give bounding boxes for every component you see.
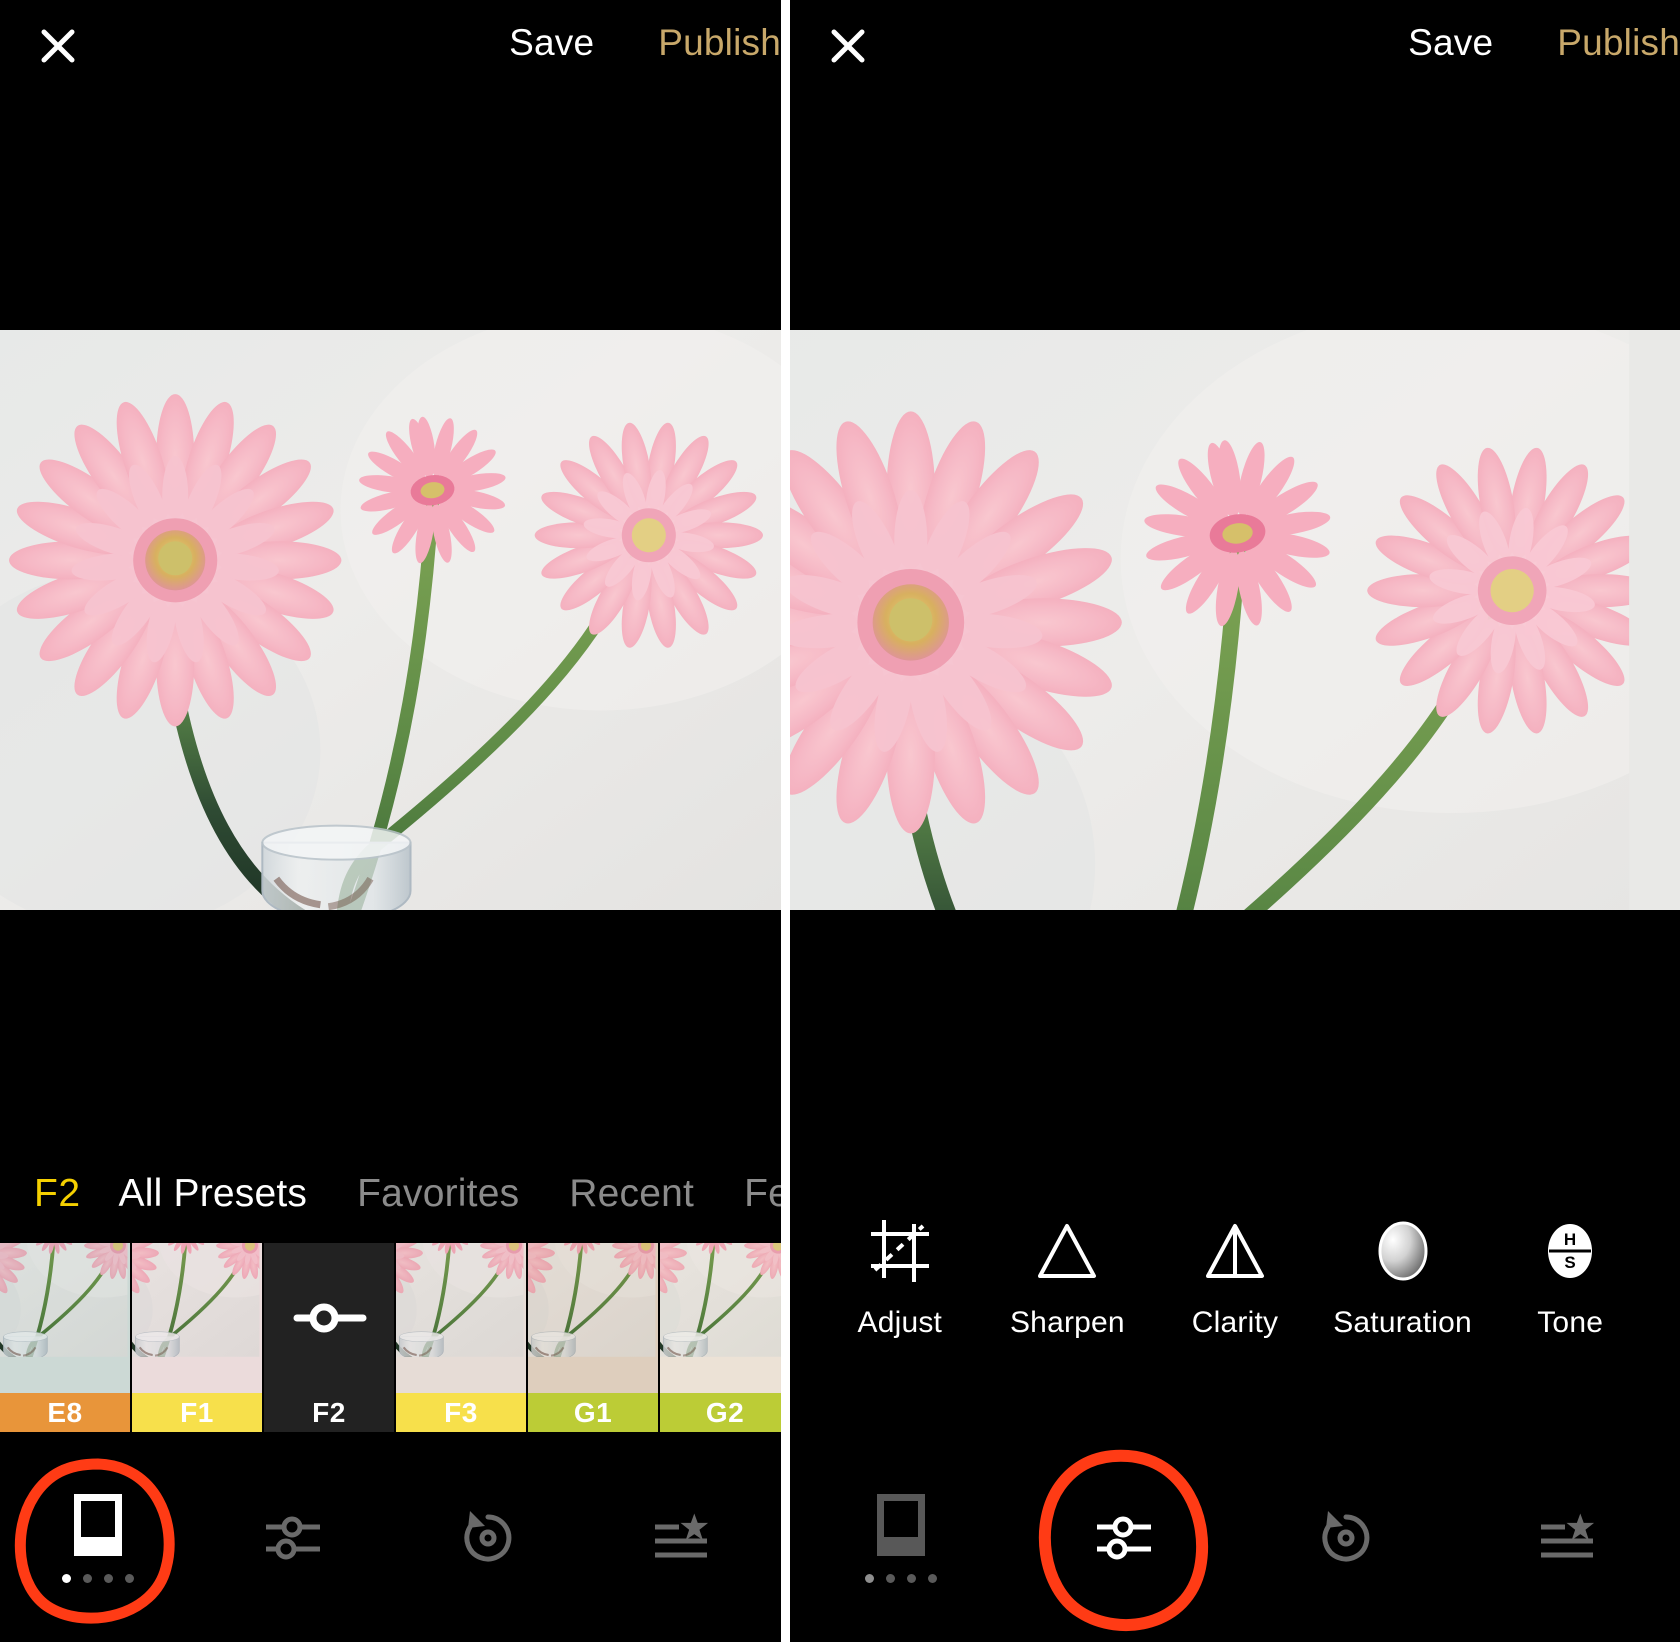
tool-label: Tone: [1537, 1306, 1604, 1339]
nav-recipes-button[interactable]: [1458, 1432, 1680, 1642]
recipes-star-icon: [651, 1504, 715, 1570]
nav-presets-button[interactable]: [790, 1432, 1013, 1642]
tab-recent[interactable]: Recent: [569, 1172, 694, 1216]
presets-icon: [71, 1492, 125, 1558]
nav-edit-button[interactable]: [195, 1432, 390, 1642]
save-button[interactable]: Save: [1376, 22, 1525, 64]
bottom-nav-bar: [0, 1432, 781, 1642]
panel-divider: [781, 0, 790, 1642]
tool-label: Saturation: [1333, 1306, 1472, 1339]
nav-undo-button[interactable]: [391, 1432, 586, 1642]
recipes-star-icon: [1537, 1504, 1601, 1570]
preset-thumbnail: [660, 1243, 781, 1393]
tab-featured[interactable]: Featured: [744, 1172, 781, 1216]
top-bar: Save Publish: [790, 0, 1680, 92]
nav-recipes-button[interactable]: [586, 1432, 781, 1642]
tool-saturation[interactable]: Saturation: [1322, 1218, 1484, 1340]
preset-strip[interactable]: E8 F1 F2 F3 G1 G2: [0, 1243, 781, 1432]
tool-label: Adjust: [857, 1306, 943, 1339]
adjust-sliders-icon: [262, 1504, 324, 1570]
preset-label: G2: [660, 1393, 781, 1432]
bottom-nav-bar: [790, 1432, 1680, 1642]
publish-button[interactable]: Publish: [626, 22, 781, 64]
crop-rotate-icon: [867, 1218, 933, 1284]
tool-adjust[interactable]: Adjust: [819, 1218, 981, 1340]
preset-label: E8: [0, 1393, 130, 1432]
preset-cell[interactable]: E8: [0, 1243, 132, 1432]
svg-text:H: H: [1564, 1230, 1576, 1249]
tool-tone[interactable]: H S Tone: [1489, 1218, 1651, 1340]
preset-label: F3: [396, 1393, 526, 1432]
preset-cell[interactable]: F3: [396, 1243, 528, 1432]
preset-cell[interactable]: F2: [264, 1243, 396, 1432]
close-icon[interactable]: [38, 26, 78, 66]
tab-all-presets[interactable]: All Presets: [119, 1172, 308, 1216]
nav-edit-button[interactable]: [1013, 1432, 1236, 1642]
tone-hs-circle-icon: H S: [1537, 1218, 1603, 1284]
sharpen-triangle-icon: [1034, 1218, 1100, 1284]
close-icon[interactable]: [828, 26, 868, 66]
current-preset-badge: F2: [34, 1172, 81, 1215]
preset-thumbnail: [0, 1243, 130, 1393]
preset-thumbnail: [132, 1243, 262, 1393]
screenshot-root: Save Publish F2 All Presets Favorites Re…: [0, 0, 1680, 1642]
tab-favorites[interactable]: Favorites: [357, 1172, 519, 1216]
publish-button[interactable]: Publish: [1525, 22, 1680, 64]
edit-tools-panel: Save Publish Adjust Sharpen Clarity Satu…: [790, 0, 1680, 1642]
presets-page-dots: [61, 1573, 134, 1583]
edited-photo: [790, 330, 1680, 910]
clarity-triangle-icon: [1202, 1218, 1268, 1284]
undo-history-icon: [457, 1504, 519, 1570]
nav-undo-button[interactable]: [1235, 1432, 1458, 1642]
preset-label: F2: [264, 1393, 394, 1432]
photo-preview[interactable]: [0, 330, 781, 910]
preset-tab-bar: F2 All Presets Favorites Recent Featured: [0, 1148, 781, 1240]
edited-photo: [0, 330, 781, 910]
adjust-sliders-icon: [1093, 1504, 1155, 1570]
tool-clarity[interactable]: Clarity: [1154, 1218, 1316, 1340]
preset-strength-slider-icon[interactable]: [264, 1243, 394, 1393]
tool-sharpen[interactable]: Sharpen: [986, 1218, 1148, 1340]
top-actions: Save Publish: [477, 22, 781, 64]
top-bar: Save Publish: [0, 0, 781, 92]
presets-panel: Save Publish F2 All Presets Favorites Re…: [0, 0, 781, 1642]
nav-presets-button[interactable]: [0, 1432, 195, 1642]
photo-preview[interactable]: [790, 330, 1680, 910]
save-button[interactable]: Save: [477, 22, 626, 64]
saturation-gradient-circle-icon: [1370, 1218, 1436, 1284]
preset-cell[interactable]: F1: [132, 1243, 264, 1432]
preset-cell[interactable]: G2: [660, 1243, 781, 1432]
undo-history-icon: [1315, 1504, 1377, 1570]
preset-label: G1: [528, 1393, 658, 1432]
preset-label: F1: [132, 1393, 262, 1432]
presets-icon: [874, 1492, 928, 1558]
svg-text:S: S: [1565, 1253, 1576, 1272]
tool-label: Clarity: [1191, 1306, 1279, 1339]
top-actions: Save Publish: [1376, 22, 1680, 64]
preset-thumbnail: [528, 1243, 658, 1393]
preset-thumbnail: [396, 1243, 526, 1393]
tool-label: Sharpen: [1009, 1306, 1125, 1339]
edit-tool-row: Adjust Sharpen Clarity Saturation H S To…: [790, 1218, 1680, 1378]
presets-page-dots: [865, 1573, 938, 1583]
preset-cell[interactable]: G1: [528, 1243, 660, 1432]
